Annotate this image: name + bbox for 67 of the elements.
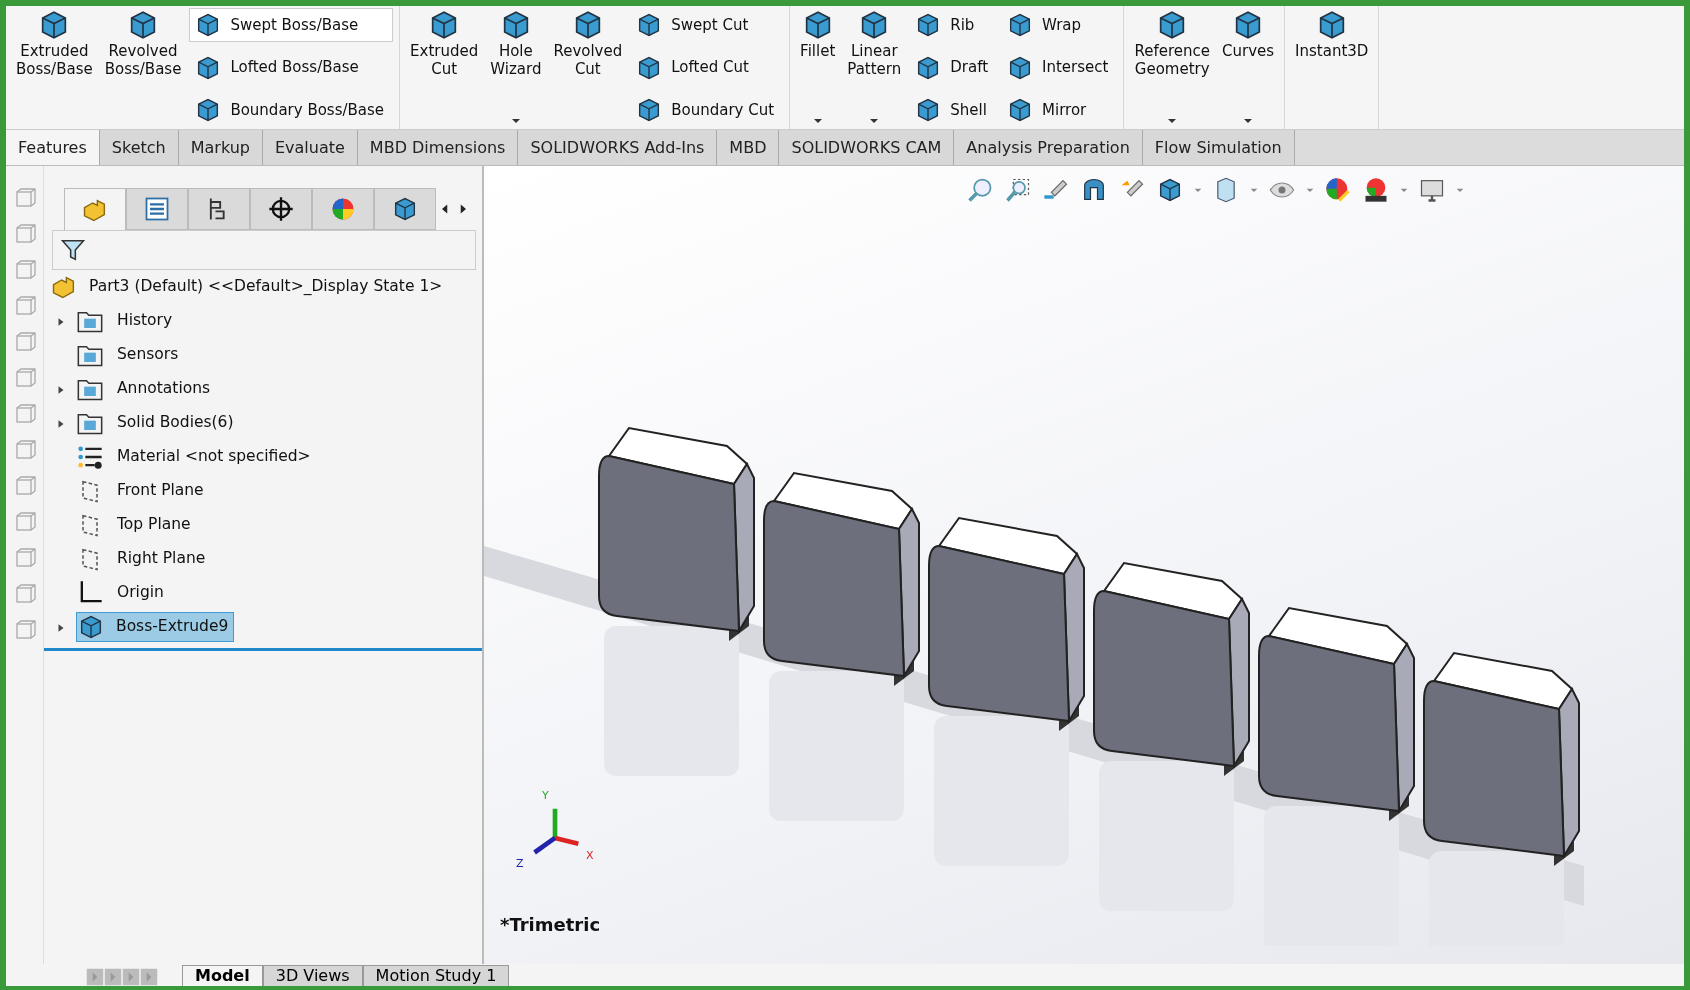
caret-icon[interactable] — [1400, 186, 1408, 194]
expand-arrow-icon[interactable] — [56, 316, 66, 327]
tree-item[interactable]: Right Plane — [112, 545, 211, 573]
caret-icon[interactable] — [1306, 186, 1314, 194]
tree-item[interactable]: Solid Bodies(6) — [112, 409, 239, 437]
ribbon-tool-button[interactable]: Reference Geometry — [1128, 6, 1216, 129]
ribbon-tab[interactable]: MBD — [717, 130, 780, 165]
view-name-label: *Trimetric — [500, 913, 601, 937]
ribbon-tool-button[interactable]: Revolved Boss/Base — [98, 6, 188, 129]
list-icon — [143, 195, 171, 223]
ribbon-tool-button[interactable]: Boundary Boss/Base — [189, 93, 394, 127]
tree-item[interactable]: History — [112, 307, 178, 335]
zoom-fit-icon[interactable] — [966, 176, 994, 204]
ribbon-tool-button[interactable]: Hole Wizard — [484, 6, 548, 129]
filter-field[interactable] — [52, 230, 476, 270]
tree-item[interactable]: Material <not specified> — [112, 443, 316, 471]
ribbon-tool-button[interactable]: Mirror — [1001, 93, 1118, 127]
ribbon-tool-button[interactable]: Instant3D — [1289, 6, 1375, 129]
tree-root-label[interactable]: Part3 (Default) <<Default>_Display State 1> — [84, 273, 448, 301]
ribbon-tab[interactable]: Flow Simulation — [1142, 130, 1295, 165]
caret-icon[interactable] — [1456, 186, 1464, 194]
bottom-tab[interactable]: Model — [182, 965, 263, 986]
panel-tab[interactable] — [250, 188, 312, 230]
ribbon-tool-button[interactable]: Fillet — [794, 6, 842, 129]
panel-tab[interactable] — [374, 188, 436, 230]
ribbon-tab[interactable]: Evaluate — [262, 130, 358, 165]
tree-item[interactable]: Sensors — [112, 341, 184, 369]
ribbon-tool-button[interactable]: Wrap — [1001, 8, 1118, 42]
tree-item[interactable]: Top Plane — [112, 511, 196, 539]
ribbon-tool-button[interactable]: Rib — [909, 8, 998, 42]
ribbon-tab[interactable]: MBD Dimensions — [357, 130, 519, 165]
ribbon-tool-button[interactable]: Curves — [1216, 6, 1281, 129]
ribbon-tool-button[interactable]: Lofted Boss/Base — [189, 50, 394, 85]
ribbon-tool-button[interactable]: Swept Cut — [630, 8, 784, 42]
expand-arrow-icon[interactable] — [56, 418, 66, 429]
tree-item[interactable]: Annotations — [112, 375, 216, 403]
ribbon-tool-button[interactable]: Extruded Boss/Base — [10, 6, 99, 129]
ribbon-tab[interactable]: Analysis Preparation — [954, 130, 1143, 165]
caret-icon[interactable] — [1194, 186, 1202, 194]
expand-arrow-icon[interactable] — [56, 384, 66, 395]
ribbon-tool-button[interactable]: Boundary Cut — [630, 93, 784, 127]
ribbon-tab[interactable]: Sketch — [99, 130, 179, 165]
ribbon-tool-button[interactable]: Lofted Cut — [630, 50, 784, 85]
ribbon-tab[interactable]: Markup — [178, 130, 263, 165]
ribbon-tool-button[interactable]: Extruded Cut — [404, 6, 485, 129]
bottom-tab[interactable]: 3D Views — [262, 965, 363, 986]
tree-item[interactable]: Boss-Extrude9 — [76, 612, 235, 642]
panel-tab[interactable] — [188, 188, 250, 230]
axis-label: Z — [516, 856, 524, 872]
tree-item[interactable]: Front Plane — [112, 477, 209, 505]
tree-item[interactable]: Origin — [112, 579, 169, 607]
ribbon-tool-button[interactable]: Shell — [909, 93, 998, 127]
axis-label: Y — [542, 788, 549, 804]
ribbon-tab[interactable]: Features — [6, 130, 100, 165]
expand-arrow-icon[interactable] — [56, 622, 66, 633]
ribbon-tool-button[interactable]: Revolved Cut — [547, 6, 629, 129]
zoom-area-icon[interactable] — [1004, 176, 1032, 204]
caret-icon[interactable] — [1250, 186, 1258, 194]
bottom-tab[interactable]: Motion Study 1 — [362, 965, 510, 986]
ribbon-tab[interactable]: SOLIDWORKS Add-Ins — [518, 130, 718, 165]
ribbon-tool-button[interactable]: Linear Pattern — [841, 6, 908, 129]
ribbon-tool-button[interactable]: Draft — [909, 50, 998, 85]
crosshair-icon — [267, 195, 295, 223]
ribbon-tool-button[interactable]: Swept Boss/Base — [189, 8, 394, 42]
ribbon-tab[interactable]: SOLIDWORKS CAM — [779, 130, 955, 165]
ribbon-tool-button[interactable]: Intersect — [1001, 50, 1118, 85]
axis-label: X — [586, 848, 594, 864]
